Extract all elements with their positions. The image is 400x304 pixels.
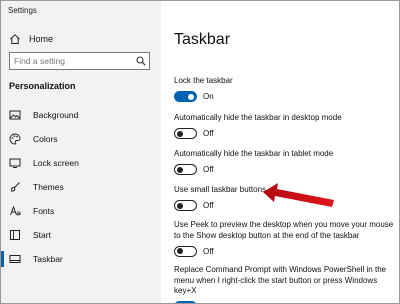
peek-toggle[interactable] — [174, 245, 197, 257]
setting-label: Use Peek to preview the desktop when you… — [174, 220, 394, 240]
sidebar-item-lock-screen[interactable]: Lock screen — [1, 151, 161, 175]
setting-small-buttons: Use small taskbar buttons Off — [174, 185, 399, 212]
autohide-tablet-toggle[interactable] — [174, 164, 197, 175]
toggle-knob — [188, 93, 194, 100]
taskbar-icon — [9, 253, 21, 265]
page-title: Taskbar — [174, 31, 231, 48]
setting-label: Use small taskbar buttons — [174, 185, 267, 194]
toggle-knob — [177, 166, 183, 173]
home-label: Home — [29, 34, 54, 44]
toggle-knob — [177, 248, 183, 254]
sidebar-item-label: Lock screen — [33, 158, 79, 168]
sidebar-item-colors[interactable]: Colors — [1, 127, 161, 151]
setting-autohide-tablet: Automatically hide the taskbar in tablet… — [174, 149, 399, 176]
small-buttons-toggle[interactable] — [174, 200, 197, 211]
main-content: Taskbar Lock the taskbar On Automaticall… — [161, 1, 399, 303]
palette-icon — [9, 133, 21, 145]
start-icon — [9, 229, 21, 241]
sidebar-item-label: Background — [33, 110, 79, 120]
sidebar-nav: Background Colors Lock screen Themes Fon… — [1, 103, 161, 271]
search-placeholder: Find a setting — [14, 56, 66, 66]
sidebar-item-background[interactable]: Background — [1, 103, 161, 127]
sidebar-item-label: Fonts — [33, 206, 55, 216]
setting-label: Automatically hide the taskbar in deskto… — [174, 113, 342, 122]
search-input[interactable]: Find a setting — [9, 52, 150, 70]
sidebar-item-label: Colors — [33, 134, 58, 144]
toggle-state: Off — [203, 246, 214, 256]
sidebar-item-label: Start — [33, 230, 51, 240]
setting-label: Replace Command Prompt with Windows Powe… — [174, 265, 387, 295]
setting-autohide-desktop: Automatically hide the taskbar in deskto… — [174, 113, 399, 140]
setting-label: Automatically hide the taskbar in tablet… — [174, 149, 334, 158]
lock-taskbar-toggle[interactable] — [174, 91, 197, 102]
setting-powershell: Replace Command Prompt with Windows Powe… — [174, 265, 399, 303]
toggle-state: Off — [203, 201, 214, 210]
setting-peek: Use Peek to preview the desktop when you… — [174, 220, 399, 257]
toggle-knob — [177, 130, 183, 137]
picture-icon — [9, 109, 21, 121]
setting-lock-taskbar: Lock the taskbar On — [174, 76, 399, 103]
home-icon — [9, 33, 21, 45]
search-icon[interactable] — [133, 53, 149, 69]
sidebar-item-start[interactable]: Start — [1, 223, 161, 247]
home-nav-item[interactable]: Home — [9, 32, 149, 46]
sidebar: Settings Home Find a setting Personaliza… — [1, 1, 161, 303]
toggle-state: On — [203, 92, 214, 101]
settings-window: Settings Home Find a setting Personaliza… — [0, 0, 400, 304]
brush-icon — [9, 181, 21, 193]
section-title: Personalization — [9, 81, 76, 91]
setting-label: Lock the taskbar — [174, 76, 233, 85]
sidebar-item-label: Taskbar — [33, 254, 63, 264]
autohide-desktop-toggle[interactable] — [174, 128, 197, 139]
sidebar-item-label: Themes — [33, 182, 64, 192]
toggle-state: Off — [203, 165, 214, 174]
font-icon — [9, 205, 21, 217]
toggle-knob — [177, 202, 183, 209]
sidebar-item-taskbar[interactable]: Taskbar — [1, 247, 161, 271]
toggle-state: Off — [203, 129, 214, 138]
lock-screen-icon — [9, 157, 21, 169]
sidebar-item-fonts[interactable]: Fonts — [1, 199, 161, 223]
window-title: Settings — [8, 6, 37, 15]
sidebar-item-themes[interactable]: Themes — [1, 175, 161, 199]
